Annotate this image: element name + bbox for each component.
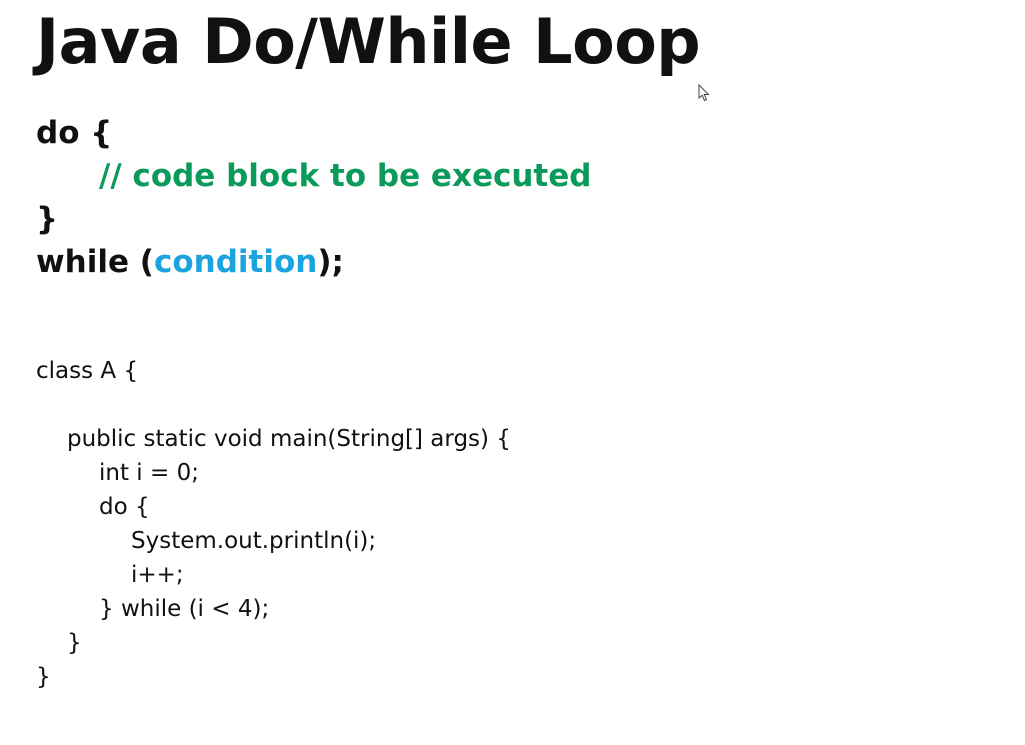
syntax-code-block: do { // code block to be executed } whil… — [36, 112, 591, 284]
example-line-close-main: } — [67, 630, 82, 656]
syntax-close-brace: } — [36, 201, 59, 237]
example-line-blank — [36, 388, 511, 422]
syntax-condition: condition — [153, 244, 318, 280]
syntax-comment-line: // code block to be executed — [36, 155, 591, 198]
example-line-class: class A { — [36, 358, 139, 384]
example-line-do: do { — [99, 494, 150, 520]
syntax-comment: // code block to be executed — [99, 158, 592, 194]
example-line-println: System.out.println(i); — [131, 528, 377, 554]
example-line-increment: i++; — [131, 562, 184, 588]
example-line-while: } while (i < 4); — [99, 596, 270, 622]
syntax-do-text: do { — [36, 115, 113, 151]
example-line-int: int i = 0; — [99, 460, 199, 486]
syntax-do-line: do { — [36, 112, 591, 155]
syntax-close-brace-line: } — [36, 198, 591, 241]
slide: Java Do/While Loop do { // code block to… — [0, 0, 1025, 745]
mouse-pointer-icon — [698, 84, 710, 102]
syntax-while-line: while (condition); — [36, 241, 591, 284]
syntax-while-suffix: ); — [317, 244, 344, 280]
example-line-main: public static void main(String[] args) { — [67, 426, 511, 452]
syntax-while-prefix: while ( — [36, 244, 154, 280]
example-line-close-class: } — [36, 664, 51, 690]
page-title: Java Do/While Loop — [36, 5, 701, 78]
example-code-block: class A { public static void main(String… — [36, 354, 511, 694]
